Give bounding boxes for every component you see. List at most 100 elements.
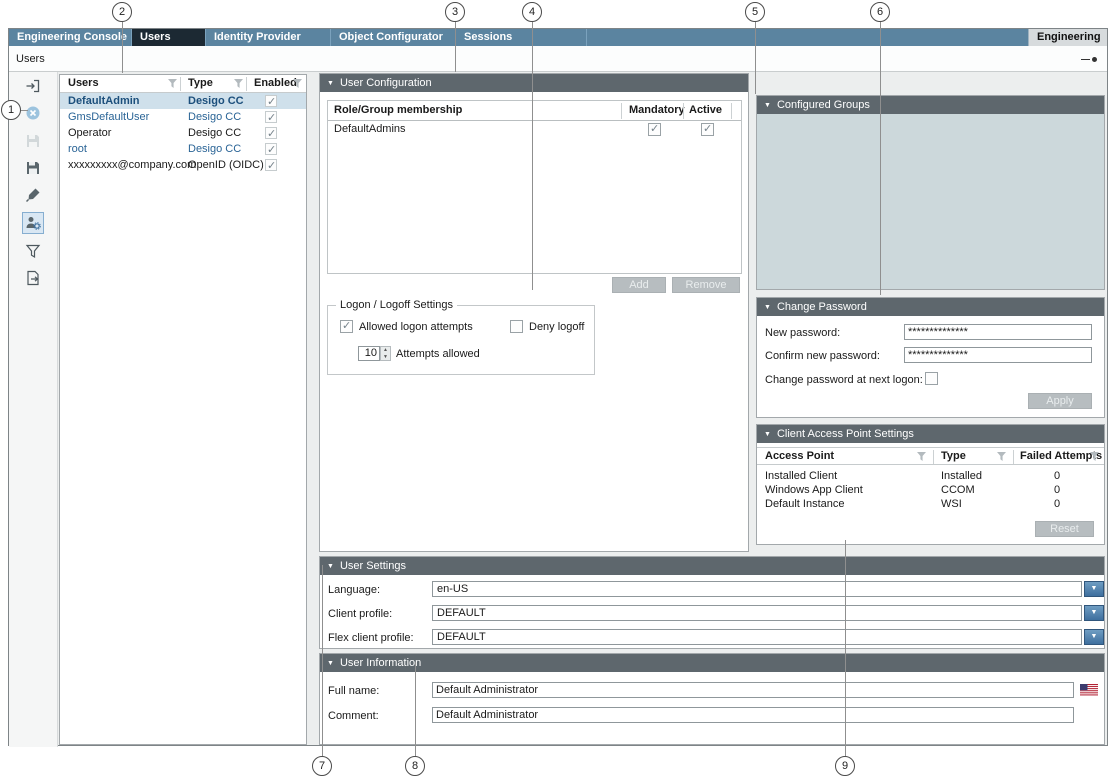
user-row[interactable]: DefaultAdmin Desigo CC bbox=[60, 93, 306, 109]
callout-number: 3 bbox=[452, 6, 458, 18]
client-access-point-header[interactable]: Client Access Point Settings bbox=[757, 425, 1104, 443]
tab-object-configurator[interactable]: Object Configurator bbox=[331, 29, 456, 46]
user-name[interactable]: DefaultAdmin bbox=[68, 93, 140, 109]
configured-groups-header[interactable]: Configured Groups bbox=[757, 96, 1104, 114]
column-header-type[interactable]: Type bbox=[188, 77, 213, 89]
column-header-enabled[interactable]: Enabled bbox=[254, 77, 297, 89]
remove-button[interactable]: Remove bbox=[672, 277, 740, 293]
language-combobox[interactable]: en-US bbox=[432, 581, 1082, 597]
enabled-checkbox[interactable] bbox=[265, 95, 277, 107]
column-header-failed-attempts[interactable]: Failed Attempts bbox=[1020, 450, 1102, 462]
language-dropdown-button[interactable] bbox=[1084, 581, 1104, 597]
attempts-spinner-value[interactable]: 10 bbox=[358, 346, 380, 361]
user-configuration-button[interactable] bbox=[22, 212, 44, 234]
apply-button[interactable]: Apply bbox=[1028, 393, 1092, 409]
client-profile-combobox[interactable]: DEFAULT bbox=[432, 605, 1082, 621]
customize-button[interactable] bbox=[22, 184, 44, 206]
column-header-access-point[interactable]: Access Point bbox=[765, 450, 834, 462]
user-settings-header[interactable]: User Settings bbox=[320, 557, 1104, 575]
enabled-checkbox[interactable] bbox=[265, 159, 277, 171]
spinner-down-icon[interactable] bbox=[381, 354, 390, 361]
collapse-icon[interactable] bbox=[764, 97, 771, 115]
filter-button[interactable] bbox=[22, 240, 44, 262]
attempts-spinner[interactable] bbox=[380, 346, 391, 361]
login-button[interactable] bbox=[22, 75, 44, 97]
pin-icon[interactable] bbox=[1081, 57, 1097, 62]
column-header-role[interactable]: Role/Group membership bbox=[334, 104, 462, 116]
access-point-row[interactable]: Installed Client Installed 0 bbox=[757, 469, 1104, 483]
client-profile-dropdown-button[interactable] bbox=[1084, 605, 1104, 621]
user-configuration-header[interactable]: User Configuration bbox=[320, 74, 748, 92]
enabled-checkbox[interactable] bbox=[265, 143, 277, 155]
confirm-password-label: Confirm new password: bbox=[765, 350, 880, 362]
callout-number: 7 bbox=[319, 760, 325, 772]
filter-icon bbox=[25, 243, 41, 259]
collapse-icon[interactable] bbox=[327, 75, 334, 93]
user-row[interactable]: GmsDefaultUser Desigo CC bbox=[60, 109, 306, 125]
collapse-icon[interactable] bbox=[764, 426, 771, 444]
mandatory-checkbox[interactable] bbox=[648, 123, 661, 136]
callout-1: 1 bbox=[1, 100, 21, 120]
save-button[interactable] bbox=[22, 130, 44, 152]
user-name[interactable]: GmsDefaultUser bbox=[68, 109, 149, 125]
panel-title: User Information bbox=[340, 657, 421, 669]
user-type: Desigo CC bbox=[188, 125, 241, 141]
column-header-users[interactable]: Users bbox=[68, 77, 99, 89]
allowed-logon-attempts-checkbox[interactable] bbox=[340, 320, 353, 333]
deactivate-user-icon bbox=[25, 105, 41, 121]
full-name-field[interactable] bbox=[432, 682, 1074, 698]
collapse-icon[interactable] bbox=[327, 655, 334, 673]
active-checkbox[interactable] bbox=[701, 123, 714, 136]
filter-icon[interactable] bbox=[917, 452, 926, 461]
column-header-mandatory[interactable]: Mandatory bbox=[629, 104, 685, 116]
user-row[interactable]: root Desigo CC bbox=[60, 141, 306, 157]
deny-logoff-checkbox[interactable] bbox=[510, 320, 523, 333]
enabled-checkbox[interactable] bbox=[265, 127, 277, 139]
new-password-field[interactable] bbox=[904, 324, 1092, 340]
filter-icon[interactable] bbox=[997, 452, 1006, 461]
tab-sessions[interactable]: Sessions bbox=[456, 29, 587, 46]
tab-users[interactable]: Users bbox=[132, 29, 206, 46]
access-point-table-header: Access Point Type Failed Attempts bbox=[757, 447, 1104, 465]
user-row[interactable]: Operator Desigo CC bbox=[60, 125, 306, 141]
collapse-icon[interactable] bbox=[327, 558, 334, 576]
spinner-up-icon[interactable] bbox=[381, 347, 390, 354]
deactivate-user-button[interactable] bbox=[22, 102, 44, 124]
column-header-active[interactable]: Active bbox=[689, 104, 722, 116]
tab-engineering-console[interactable]: Engineering Console bbox=[9, 29, 132, 46]
tab-identity-provider[interactable]: Identity Provider bbox=[206, 29, 331, 46]
export-button[interactable] bbox=[22, 267, 44, 289]
save-all-button[interactable] bbox=[22, 157, 44, 179]
membership-row[interactable]: DefaultAdmins bbox=[328, 121, 741, 137]
comment-field[interactable] bbox=[432, 707, 1074, 723]
access-point-row[interactable]: Windows App Client CCOM 0 bbox=[757, 483, 1104, 497]
reset-button[interactable]: Reset bbox=[1035, 521, 1094, 537]
confirm-password-field[interactable] bbox=[904, 347, 1092, 363]
add-button[interactable]: Add bbox=[612, 277, 666, 293]
user-name[interactable]: root bbox=[68, 141, 87, 157]
user-type: Desigo CC bbox=[188, 141, 241, 157]
collapse-icon[interactable] bbox=[764, 299, 771, 317]
user-settings-panel: User Settings Language: en-US Client pro… bbox=[319, 556, 1105, 649]
failed-attempts-value: 0 bbox=[1054, 483, 1060, 497]
user-name[interactable]: xxxxxxxxx@company.com bbox=[68, 157, 196, 173]
filter-icon[interactable] bbox=[234, 79, 243, 88]
access-point-name: Windows App Client bbox=[765, 483, 863, 497]
panel-title: Client Access Point Settings bbox=[777, 428, 914, 440]
column-header-type[interactable]: Type bbox=[941, 450, 966, 462]
change-password-header[interactable]: Change Password bbox=[757, 298, 1104, 316]
flex-client-profile-combobox[interactable]: DEFAULT bbox=[432, 629, 1082, 645]
filter-icon[interactable] bbox=[168, 79, 177, 88]
language-label: Language: bbox=[328, 584, 380, 596]
access-point-row[interactable]: Default Instance WSI 0 bbox=[757, 497, 1104, 511]
user-configuration-icon bbox=[25, 215, 41, 231]
user-row[interactable]: xxxxxxxxx@company.com OpenID (OIDC) bbox=[60, 157, 306, 173]
user-information-header[interactable]: User Information bbox=[320, 654, 1104, 672]
flex-client-profile-dropdown-button[interactable] bbox=[1084, 629, 1104, 645]
next-logon-checkbox[interactable] bbox=[925, 372, 938, 385]
failed-attempts-value: 0 bbox=[1054, 469, 1060, 483]
user-name[interactable]: Operator bbox=[68, 125, 111, 141]
enabled-checkbox[interactable] bbox=[265, 111, 277, 123]
callout-line-6 bbox=[880, 22, 881, 295]
tab-engineering[interactable]: Engineering bbox=[1028, 29, 1107, 46]
